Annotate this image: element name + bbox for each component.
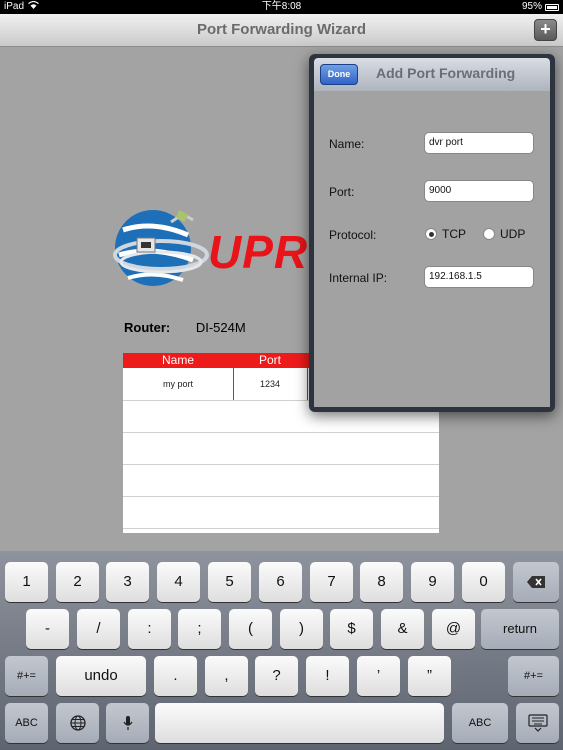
page-title: Port Forwarding Wizard [196,21,367,38]
status-bar: iPad 下午8:08 95% [0,0,563,14]
internal-ip-field[interactable]: 192.168.1.5 [424,266,534,288]
router-label: Router: [124,320,171,335]
key-colon[interactable]: : [128,609,171,649]
row-name: my port [162,379,193,389]
key-6[interactable]: 6 [259,562,302,602]
key-slash[interactable]: / [77,609,120,649]
microphone-key[interactable] [106,703,149,743]
key-ampersand[interactable]: & [381,609,424,649]
key-quote[interactable]: ” [408,656,451,696]
navigation-bar: Port Forwarding Wizard + [0,14,563,47]
radio-udp-label: UDP [500,227,526,241]
key-close-paren[interactable]: ) [280,609,323,649]
key-4[interactable]: 4 [157,562,200,602]
popover-title: Add Port Forwarding [376,65,516,81]
hide-keyboard-key[interactable] [516,703,559,743]
battery-icon [545,3,559,11]
key-comma[interactable]: , [205,656,248,696]
key-0[interactable]: 0 [462,562,505,602]
row-divider [123,432,439,433]
column-header-port: Port [258,353,281,367]
key-question[interactable]: ? [255,656,298,696]
key-3[interactable]: 3 [106,562,149,602]
done-button[interactable]: Done [320,64,358,85]
popover-form: Name: dvr port Port: 9000 Protocol: TCP … [314,91,550,407]
key-8[interactable]: 8 [360,562,403,602]
column-divider [233,353,234,400]
row-port: 1234 [259,379,281,389]
row-divider [123,496,439,497]
key-5[interactable]: 5 [208,562,251,602]
key-semicolon[interactable]: ; [178,609,221,649]
router-info: Router: DI-524M [124,320,246,335]
key-apostrophe[interactable]: ’ [357,656,400,696]
radio-udp[interactable] [483,228,495,240]
onscreen-keyboard: 1 2 3 4 5 6 7 8 9 0 - / : ; ( ) $ & @ re… [0,551,563,750]
key-hyphen[interactable]: - [26,609,69,649]
key-9[interactable]: 9 [411,562,454,602]
symbols-key-right[interactable]: #+= [508,656,559,696]
abc-key-left[interactable]: ABC [5,703,48,743]
port-label: Port: [329,185,355,199]
hide-keyboard-icon [527,714,548,732]
key-7[interactable]: 7 [310,562,353,602]
key-exclamation[interactable]: ! [306,656,349,696]
name-field[interactable]: dvr port [424,132,534,154]
globe-icon [69,715,86,731]
brand-logo: UPRE [113,200,339,300]
app-screen: iPad 下午8:08 95% Port Forwarding Wizard + [0,0,563,750]
globe-key[interactable] [56,703,99,743]
key-open-paren[interactable]: ( [229,609,272,649]
router-value: DI-524M [195,320,246,335]
radio-tcp-label: TCP [442,227,466,241]
port-field[interactable]: 9000 [424,180,534,202]
radio-tcp[interactable] [425,228,437,240]
internal-ip-label: Internal IP: [329,271,388,285]
row-divider [123,528,439,529]
symbols-key-left[interactable]: #+= [5,656,48,696]
key-at[interactable]: @ [432,609,475,649]
undo-key[interactable]: undo [56,656,146,696]
key-2[interactable]: 2 [56,562,99,602]
backspace-icon [527,576,545,588]
return-key[interactable]: return [481,609,559,649]
name-label: Name: [329,137,365,151]
backspace-key[interactable] [513,562,559,602]
protocol-label: Protocol: [329,228,377,242]
status-time: 下午8:08 [261,1,302,12]
add-port-forwarding-popover: Done Add Port Forwarding Name: dvr port … [309,54,555,412]
battery-percent: 95% [521,1,542,12]
space-key[interactable] [155,703,444,743]
key-dollar[interactable]: $ [330,609,373,649]
column-header-name: Name [161,353,194,367]
globe-logo-icon [113,210,209,286]
abc-key-right[interactable]: ABC [452,703,508,743]
microphone-icon [123,716,132,730]
key-1[interactable]: 1 [5,562,48,602]
popover-header: Done Add Port Forwarding [314,58,550,91]
key-period[interactable]: . [154,656,197,696]
column-divider [307,353,308,400]
add-button[interactable]: + [534,19,557,41]
row-divider [123,464,439,465]
